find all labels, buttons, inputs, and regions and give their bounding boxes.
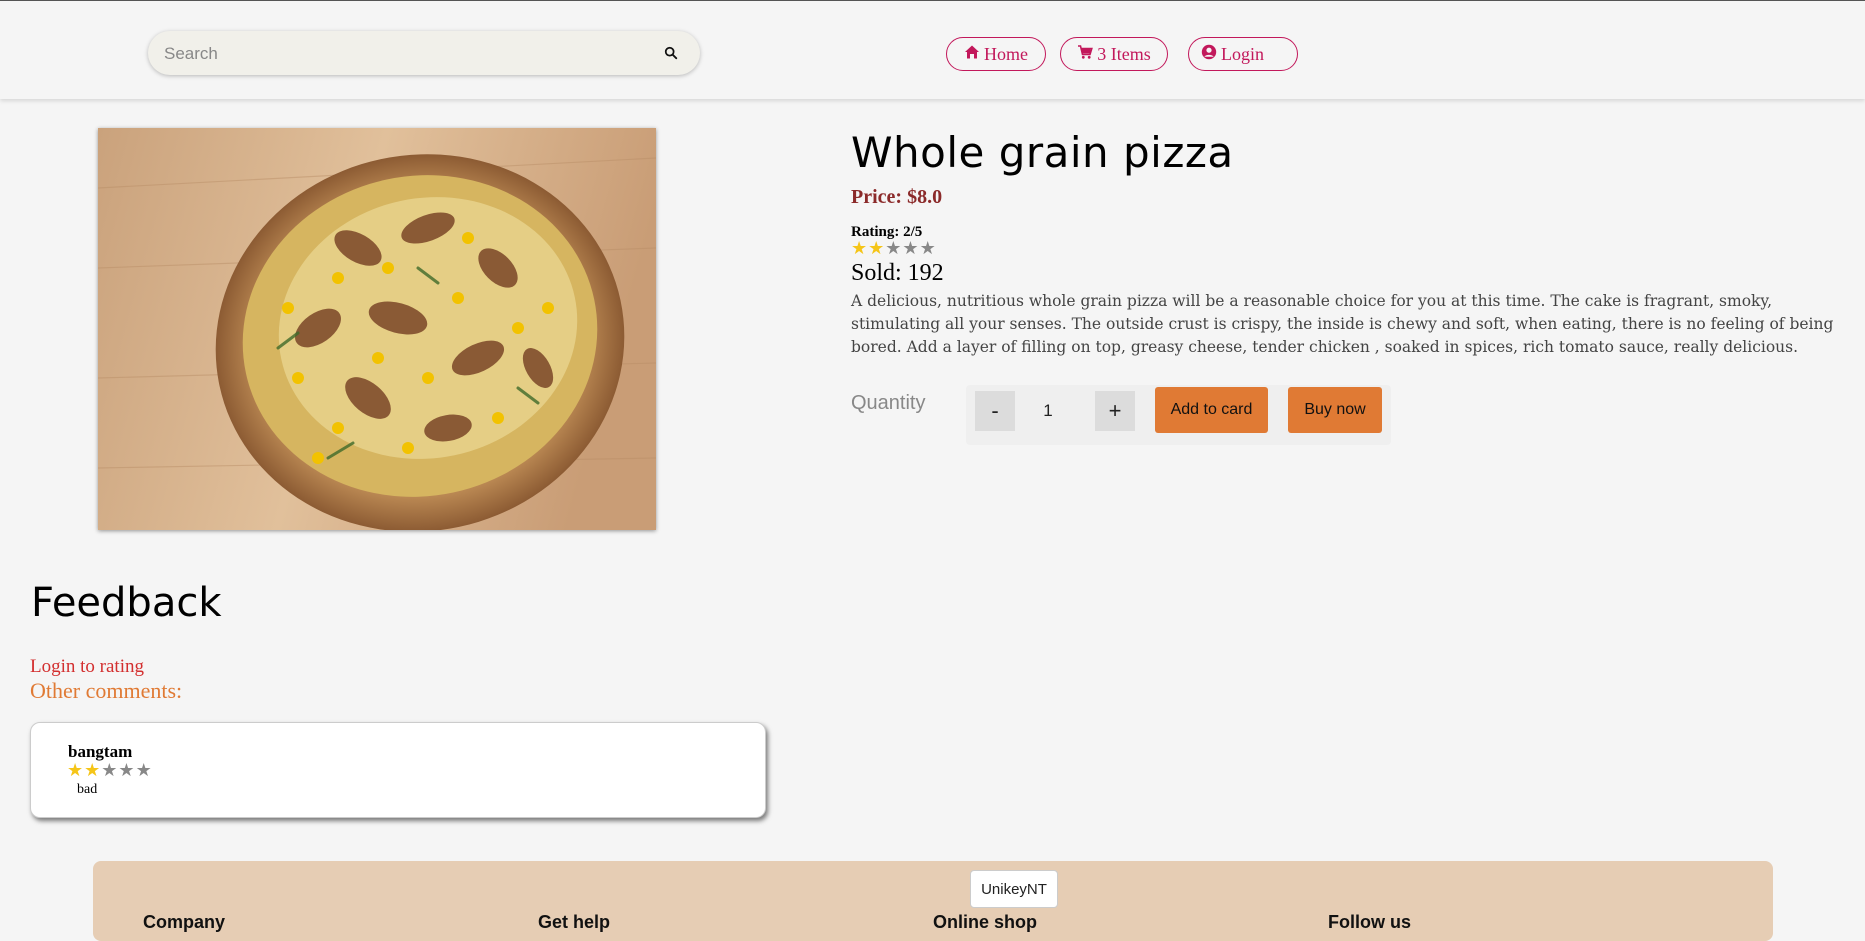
cart-label: 3 Items bbox=[1097, 43, 1151, 64]
product-title: Whole grain pizza bbox=[851, 128, 1234, 177]
comment-card: bangtam ★★★★★ bad bbox=[30, 722, 766, 818]
quantity-label: Quantity bbox=[851, 392, 926, 414]
footer-column-get-help: Get help bbox=[538, 912, 611, 932]
star-filled-icon: ★ bbox=[84, 760, 102, 781]
star-empty-icon: ★ bbox=[118, 760, 136, 781]
cart-icon bbox=[1077, 44, 1094, 65]
search-bar bbox=[148, 31, 700, 77]
buy-now-button[interactable]: Buy now bbox=[1288, 387, 1382, 433]
search-input[interactable] bbox=[162, 31, 636, 77]
login-label: Login bbox=[1221, 43, 1264, 64]
user-circle-icon bbox=[1201, 44, 1217, 65]
increase-quantity-button[interactable]: + bbox=[1095, 391, 1135, 431]
footer-badge[interactable]: UnikeyNT bbox=[970, 870, 1058, 908]
star-filled-icon: ★ bbox=[868, 238, 886, 259]
rating-stars: ★★★★★ bbox=[851, 240, 937, 258]
star-empty-icon: ★ bbox=[885, 238, 903, 259]
star-empty-icon: ★ bbox=[135, 760, 153, 781]
other-comments-heading: Other comments: bbox=[30, 678, 183, 703]
star-filled-icon: ★ bbox=[851, 238, 869, 259]
search-icon[interactable] bbox=[664, 45, 680, 61]
home-button[interactable]: Home bbox=[946, 37, 1046, 71]
star-empty-icon: ★ bbox=[919, 238, 937, 259]
feedback-title: Feedback bbox=[31, 580, 222, 626]
login-to-rate-link[interactable]: Login to rating bbox=[30, 656, 144, 678]
star-empty-icon: ★ bbox=[101, 760, 119, 781]
home-icon bbox=[964, 44, 980, 65]
star-empty-icon: ★ bbox=[902, 238, 920, 259]
product-description: A delicious, nutritious whole grain pizz… bbox=[851, 292, 1834, 356]
home-label: Home bbox=[984, 43, 1028, 64]
star-filled-icon: ★ bbox=[67, 760, 85, 781]
login-button[interactable]: Login bbox=[1188, 37, 1298, 71]
comment-text: bad bbox=[77, 782, 98, 797]
top-bar: Home 3 Items Login bbox=[0, 1, 1865, 99]
cart-button[interactable]: 3 Items bbox=[1060, 37, 1168, 71]
product-price: Price: $8.0 bbox=[851, 186, 943, 208]
footer-column-follow-us: Follow us bbox=[1328, 912, 1411, 932]
comment-rating-stars: ★★★★★ bbox=[67, 762, 153, 780]
add-to-cart-button[interactable]: Add to card bbox=[1155, 387, 1268, 433]
footer-column-company: Company bbox=[143, 912, 226, 932]
comment-username: bangtam bbox=[68, 742, 133, 761]
quantity-value[interactable]: 1 bbox=[1020, 391, 1076, 431]
product-image bbox=[97, 128, 657, 532]
decrease-quantity-button[interactable]: - bbox=[975, 391, 1015, 431]
footer-column-online-shop: Online shop bbox=[933, 912, 1038, 932]
sold-count: Sold: 192 bbox=[851, 260, 944, 286]
